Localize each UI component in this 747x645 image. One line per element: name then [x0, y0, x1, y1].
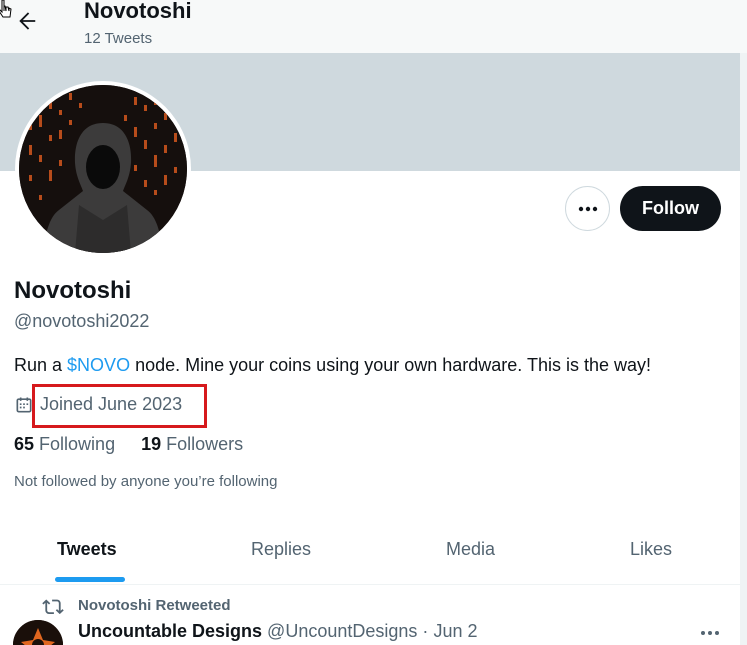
tweet-author-avatar[interactable] [13, 620, 63, 645]
back-button[interactable] [12, 6, 42, 36]
tweet-header: Uncountable Designs @UncountDesigns · Ju… [78, 621, 477, 642]
followers-label: Followers [166, 434, 244, 454]
tweet-separator: · [422, 621, 429, 641]
tweet-date[interactable]: Jun 2 [433, 621, 477, 641]
more-dots-icon [701, 631, 719, 635]
profile-tabs: Tweets Replies Media Likes [0, 525, 740, 585]
tweet-author-handle[interactable]: @UncountDesigns [267, 621, 417, 641]
retweet-context: Novotoshi Retweeted [42, 596, 231, 614]
follow-stats: 65 Following 19 Followers [14, 434, 269, 455]
more-options-button[interactable] [565, 186, 610, 231]
cashtag-link[interactable]: $NOVO [67, 355, 130, 375]
calendar-icon [16, 397, 32, 412]
follow-button[interactable]: Follow [620, 186, 721, 231]
retweet-icon [42, 599, 64, 614]
tab-replies[interactable]: Replies [251, 539, 311, 560]
user-handle: @novotoshi2022 [14, 311, 150, 331]
header-title: Novotoshi [84, 0, 192, 23]
page-edge [740, 53, 747, 645]
followers-link[interactable]: 19 Followers [141, 434, 243, 455]
following-count: 65 [14, 434, 35, 454]
followers-count: 19 [141, 434, 162, 454]
not-followed-note: Not followed by anyone you’re following [14, 473, 278, 490]
retweet-label: Novotoshi Retweeted [78, 596, 231, 614]
tab-media[interactable]: Media [446, 539, 495, 560]
profile-header: Novotoshi 12 Tweets [0, 0, 747, 53]
tab-tweets[interactable]: Tweets [57, 539, 117, 560]
tweet-more-button[interactable] [698, 624, 722, 642]
highlight-box [32, 384, 207, 428]
bio-prefix: Run a [14, 355, 68, 375]
more-dots-icon [578, 206, 597, 211]
active-tab-indicator [55, 577, 125, 582]
display-name: Novotoshi [14, 277, 132, 304]
following-label: Following [39, 434, 116, 454]
profile-bio: Run a $NOVO node. Mine your coins using … [14, 355, 651, 376]
tab-likes[interactable]: Likes [630, 539, 672, 560]
following-link[interactable]: 65 Following [14, 434, 115, 455]
tweet-count: 12 Tweets [84, 30, 153, 47]
bio-suffix: node. Mine your coins using your own har… [130, 355, 652, 375]
avatar-image [19, 85, 187, 253]
tweet-author-name[interactable]: Uncountable Designs [78, 621, 262, 641]
back-arrow-icon [19, 12, 36, 30]
avatar[interactable] [15, 81, 191, 257]
